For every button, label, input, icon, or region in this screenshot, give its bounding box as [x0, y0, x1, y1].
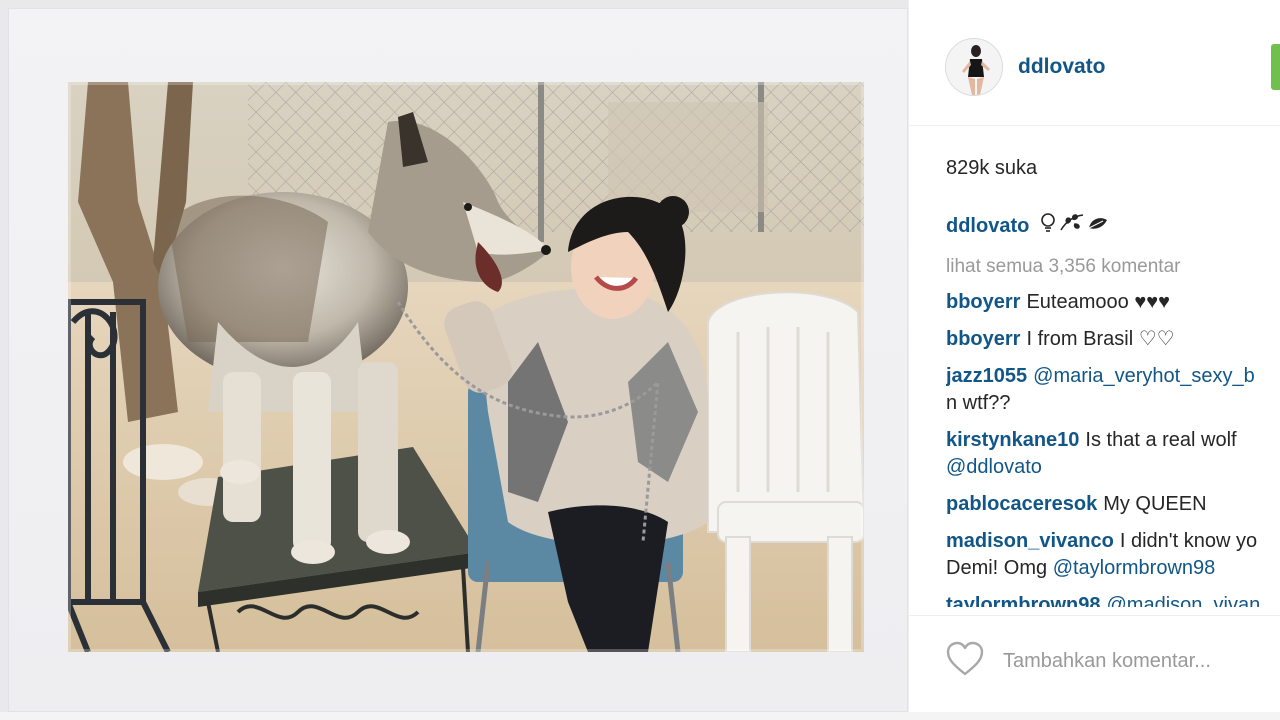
- add-comment-bar: [909, 615, 1280, 705]
- media-panel: [0, 0, 908, 720]
- comment-text-continued: Demi! Omg: [946, 557, 1048, 579]
- post-author-username[interactable]: ddlovato: [1018, 55, 1106, 79]
- avatar-image: [946, 39, 1002, 95]
- lightbulb-icon: [1041, 213, 1056, 232]
- follow-button[interactable]: [1271, 44, 1280, 90]
- heart-icon: [946, 641, 984, 676]
- comment-item: bboyerr I from Brasil ♡♡: [946, 326, 1280, 353]
- caption-username[interactable]: ddlovato: [946, 215, 1029, 237]
- comment-text: Is that a real wolf: [1085, 429, 1237, 451]
- comment-text: @madison_vivan: [1106, 594, 1261, 607]
- likes-count[interactable]: 829k suka: [946, 157, 1037, 180]
- comment-item: pablocaceresok My QUEEN: [946, 491, 1280, 518]
- comment-item: jazz1055 @maria_veryhot_sexy_b n wtf??: [946, 363, 1280, 417]
- leaf-vine-icon: [1060, 214, 1084, 231]
- comment-username[interactable]: bboyerr: [946, 328, 1020, 350]
- caption: ddlovato: [946, 212, 1280, 242]
- photo-illustration: [68, 82, 864, 652]
- leaf-icon: [1089, 218, 1108, 229]
- comment-item: kirstynkane10 Is that a real wolf @ddlova…: [946, 427, 1280, 481]
- post-photo[interactable]: [68, 82, 864, 652]
- like-heart-button[interactable]: [945, 640, 985, 678]
- polaroid-frame: [8, 8, 908, 712]
- comment-item: taylormbrown98 @madison_vivan: [946, 592, 1280, 607]
- comment-mention[interactable]: @taylormbrown98: [1053, 557, 1216, 579]
- comments-list: ddlovato lihat semua 3,356 komentar bboy…: [946, 212, 1280, 607]
- comment-username[interactable]: bboyerr: [946, 291, 1020, 313]
- view-all-comments-link[interactable]: lihat semua 3,356 komentar: [946, 254, 1280, 280]
- comment-text: n wtf??: [946, 392, 1011, 414]
- comment-text: Euteamooo ♥♥♥: [1026, 291, 1170, 313]
- post-header: ddlovato: [909, 0, 1280, 126]
- comment-text: My QUEEN: [1103, 493, 1207, 515]
- comment-text: I didn't know yo: [1119, 530, 1258, 552]
- comment-mention[interactable]: @ddlovato: [946, 456, 1042, 478]
- comment-username[interactable]: jazz1055: [946, 365, 1027, 387]
- caption-emoji-group: [1039, 212, 1109, 242]
- comment-input[interactable]: [1003, 646, 1273, 676]
- bottom-edge: [0, 712, 1280, 720]
- comment-username[interactable]: pablocaceresok: [946, 493, 1097, 515]
- comment-item: madison_vivanco I didn't know yo Demi! Om…: [946, 528, 1280, 582]
- comment-username[interactable]: kirstynkane10: [946, 429, 1079, 451]
- comment-mention[interactable]: @maria_veryhot_sexy_b: [1033, 365, 1255, 387]
- comment-item: bboyerr Euteamooo ♥♥♥: [946, 289, 1280, 316]
- post-sidebar: ddlovato 829k suka ddlovato lihat semua …: [908, 0, 1280, 720]
- comment-username[interactable]: taylormbrown98: [946, 594, 1100, 607]
- avatar[interactable]: [945, 38, 1003, 96]
- comment-username[interactable]: madison_vivanco: [946, 530, 1114, 552]
- comment-text: I from Brasil ♡♡: [1026, 328, 1175, 350]
